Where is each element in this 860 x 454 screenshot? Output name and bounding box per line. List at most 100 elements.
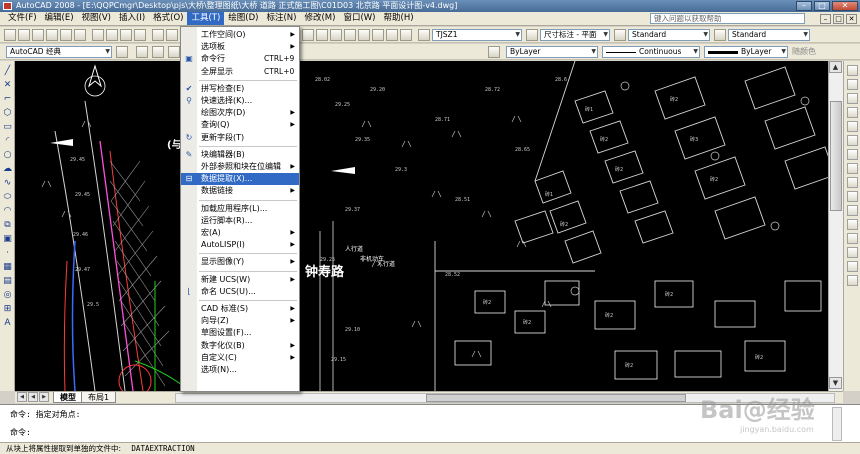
table-icon[interactable]: ⊞	[2, 304, 13, 315]
extend-icon[interactable]	[847, 205, 858, 216]
menu-window[interactable]: 窗口(W)	[339, 12, 379, 25]
tools-menu-item[interactable]: 数据链接 ▶	[181, 185, 299, 197]
menu-edit[interactable]: 编辑(E)	[41, 12, 78, 25]
make-layer-current-icon[interactable]	[488, 46, 500, 58]
tab-prev-icon[interactable]: ◀	[28, 392, 38, 402]
move-icon[interactable]	[847, 135, 858, 146]
vertical-scroll-thumb[interactable]	[830, 101, 842, 211]
revision-cloud-icon[interactable]: ☁	[2, 164, 13, 175]
command-prompt[interactable]: 命令:	[10, 427, 31, 439]
scale-icon[interactable]	[847, 163, 858, 174]
offset-icon[interactable]	[847, 107, 858, 118]
tab-layout1[interactable]: 布局1	[81, 392, 117, 403]
drawing-canvas[interactable]: 29.45 29.45 29.46 29.47 29.5 28.02 29.25 29.3…	[15, 61, 828, 391]
tools-menu-item[interactable]: 外部参照和块在位编辑 ▶	[181, 161, 299, 173]
explode-icon[interactable]	[847, 275, 858, 286]
tools-menu-item[interactable]: ⊟ 数据提取(X)...	[181, 173, 299, 186]
polyline-icon[interactable]: ⌐	[2, 94, 13, 105]
help-search-input[interactable]: 键入问题以获取帮助	[650, 13, 805, 24]
title-bar[interactable]: AutoCAD 2008 - [E:\QQPCmgr\Desktop\pjs\大…	[0, 0, 860, 12]
polygon-icon[interactable]: ⬡	[2, 108, 13, 119]
menu-tools[interactable]: 工具(T)	[187, 12, 225, 25]
tools-menu-item[interactable]: ✔ 拼写检查(E)	[181, 83, 299, 95]
color-select[interactable]: ByLayer	[506, 46, 598, 58]
preview-icon[interactable]	[60, 29, 72, 41]
line-icon[interactable]: ╱	[2, 66, 13, 77]
make-block-icon[interactable]: ▣	[2, 234, 13, 245]
tools-menu-item[interactable]: ⌊ 命名 UCS(U)...	[181, 286, 299, 298]
mirror-icon[interactable]	[847, 93, 858, 104]
tools-menu-item[interactable]: 全屏显示 CTRL+0	[181, 66, 299, 78]
tools-menu-item[interactable]: ↻ 更新字段(T)	[181, 132, 299, 144]
lineweight-select[interactable]: ByLayer	[704, 46, 788, 58]
array-icon[interactable]	[847, 121, 858, 132]
tools-menu-item[interactable]: 宏(A) ▶	[181, 227, 299, 239]
menu-insert[interactable]: 插入(I)	[115, 12, 149, 25]
tools-menu-item[interactable]: ⚲ 快速选择(K)...	[181, 95, 299, 107]
close-button[interactable]: ✕	[832, 1, 858, 11]
dim-style-select[interactable]: 尺寸标注 - 平面	[540, 29, 610, 41]
mtext-icon[interactable]: A	[2, 318, 13, 329]
hatch-icon[interactable]: ▦	[2, 262, 13, 273]
design-center-icon[interactable]	[372, 29, 384, 41]
tab-first-icon[interactable]: ◀	[17, 392, 27, 402]
trim-icon[interactable]	[847, 191, 858, 202]
tools-menu-item[interactable]: AutoLISP(I) ▶	[181, 239, 299, 251]
text-style-select[interactable]: TJSZ1	[432, 29, 522, 41]
tools-menu-item[interactable]: 显示图像(Y) ▶	[181, 256, 299, 268]
open-icon[interactable]	[18, 29, 30, 41]
tools-menu-item[interactable]: 向导(Z) ▶	[181, 315, 299, 327]
minimize-button[interactable]: –	[796, 1, 812, 11]
properties-icon[interactable]	[358, 29, 370, 41]
undo-icon[interactable]	[152, 29, 164, 41]
multileader-style-select[interactable]: Standard	[728, 29, 810, 41]
tools-menu-item[interactable]: 选项(N)...	[181, 364, 299, 376]
erase-icon[interactable]	[847, 65, 858, 76]
menu-modify[interactable]: 修改(M)	[300, 12, 339, 25]
arc-icon[interactable]: ◜	[2, 136, 13, 147]
region-icon[interactable]: ◎	[2, 290, 13, 301]
tools-menu-item[interactable]: 数字化仪(B) ▶	[181, 340, 299, 352]
tools-menu-item[interactable]: 运行脚本(R)...	[181, 215, 299, 227]
tab-next-icon[interactable]: ▶	[39, 392, 49, 402]
tools-menu-item[interactable]: 加载应用程序(L)...	[181, 203, 299, 215]
workspace-settings-icon[interactable]	[116, 46, 128, 58]
publish-icon[interactable]	[74, 29, 86, 41]
help-icon[interactable]	[400, 29, 412, 41]
tab-model[interactable]: 模型	[53, 392, 83, 403]
zoom-realtime-icon[interactable]	[316, 29, 328, 41]
rectangle-icon[interactable]: ▭	[2, 122, 13, 133]
plot-icon[interactable]	[46, 29, 58, 41]
scroll-down-icon[interactable]: ▼	[829, 377, 842, 389]
match-properties-icon[interactable]	[134, 29, 146, 41]
tools-menu-item[interactable]: 选项板 ▶	[181, 41, 299, 53]
menu-format[interactable]: 格式(O)	[149, 12, 187, 25]
join-icon[interactable]	[847, 233, 858, 244]
menu-draw[interactable]: 绘图(D)	[224, 12, 262, 25]
doc-close-button[interactable]: ✕	[846, 14, 857, 24]
chamfer-icon[interactable]	[847, 247, 858, 258]
save-icon[interactable]	[32, 29, 44, 41]
cut-icon[interactable]	[92, 29, 104, 41]
table-style-select[interactable]: Standard	[628, 29, 710, 41]
tool-palettes-icon[interactable]	[386, 29, 398, 41]
new-icon[interactable]	[4, 29, 16, 41]
copy-icon[interactable]	[106, 29, 118, 41]
workspace-select[interactable]: AutoCAD 经典	[6, 46, 112, 58]
layer-state-icon[interactable]	[152, 46, 164, 58]
construction-line-icon[interactable]: ✕	[2, 80, 13, 91]
horizontal-scroll-thumb[interactable]	[426, 394, 686, 402]
doc-restore-button[interactable]: □	[833, 14, 844, 24]
tools-menu-item[interactable]: 绘图次序(D) ▶	[181, 107, 299, 119]
rotate-icon[interactable]	[847, 149, 858, 160]
linetype-select[interactable]: Continuous	[602, 46, 700, 58]
tools-menu-item[interactable]: 草图设置(F)...	[181, 327, 299, 339]
ellipse-arc-icon[interactable]: ◠	[2, 206, 13, 217]
layer-previous-icon[interactable]	[168, 46, 180, 58]
scroll-up-icon[interactable]: ▲	[829, 61, 842, 73]
redo-icon[interactable]	[166, 29, 178, 41]
circle-icon[interactable]: ○	[2, 150, 13, 161]
menu-help[interactable]: 帮助(H)	[380, 12, 418, 25]
menu-dimension[interactable]: 标注(N)	[262, 12, 300, 25]
spline-icon[interactable]: ∿	[2, 178, 13, 189]
